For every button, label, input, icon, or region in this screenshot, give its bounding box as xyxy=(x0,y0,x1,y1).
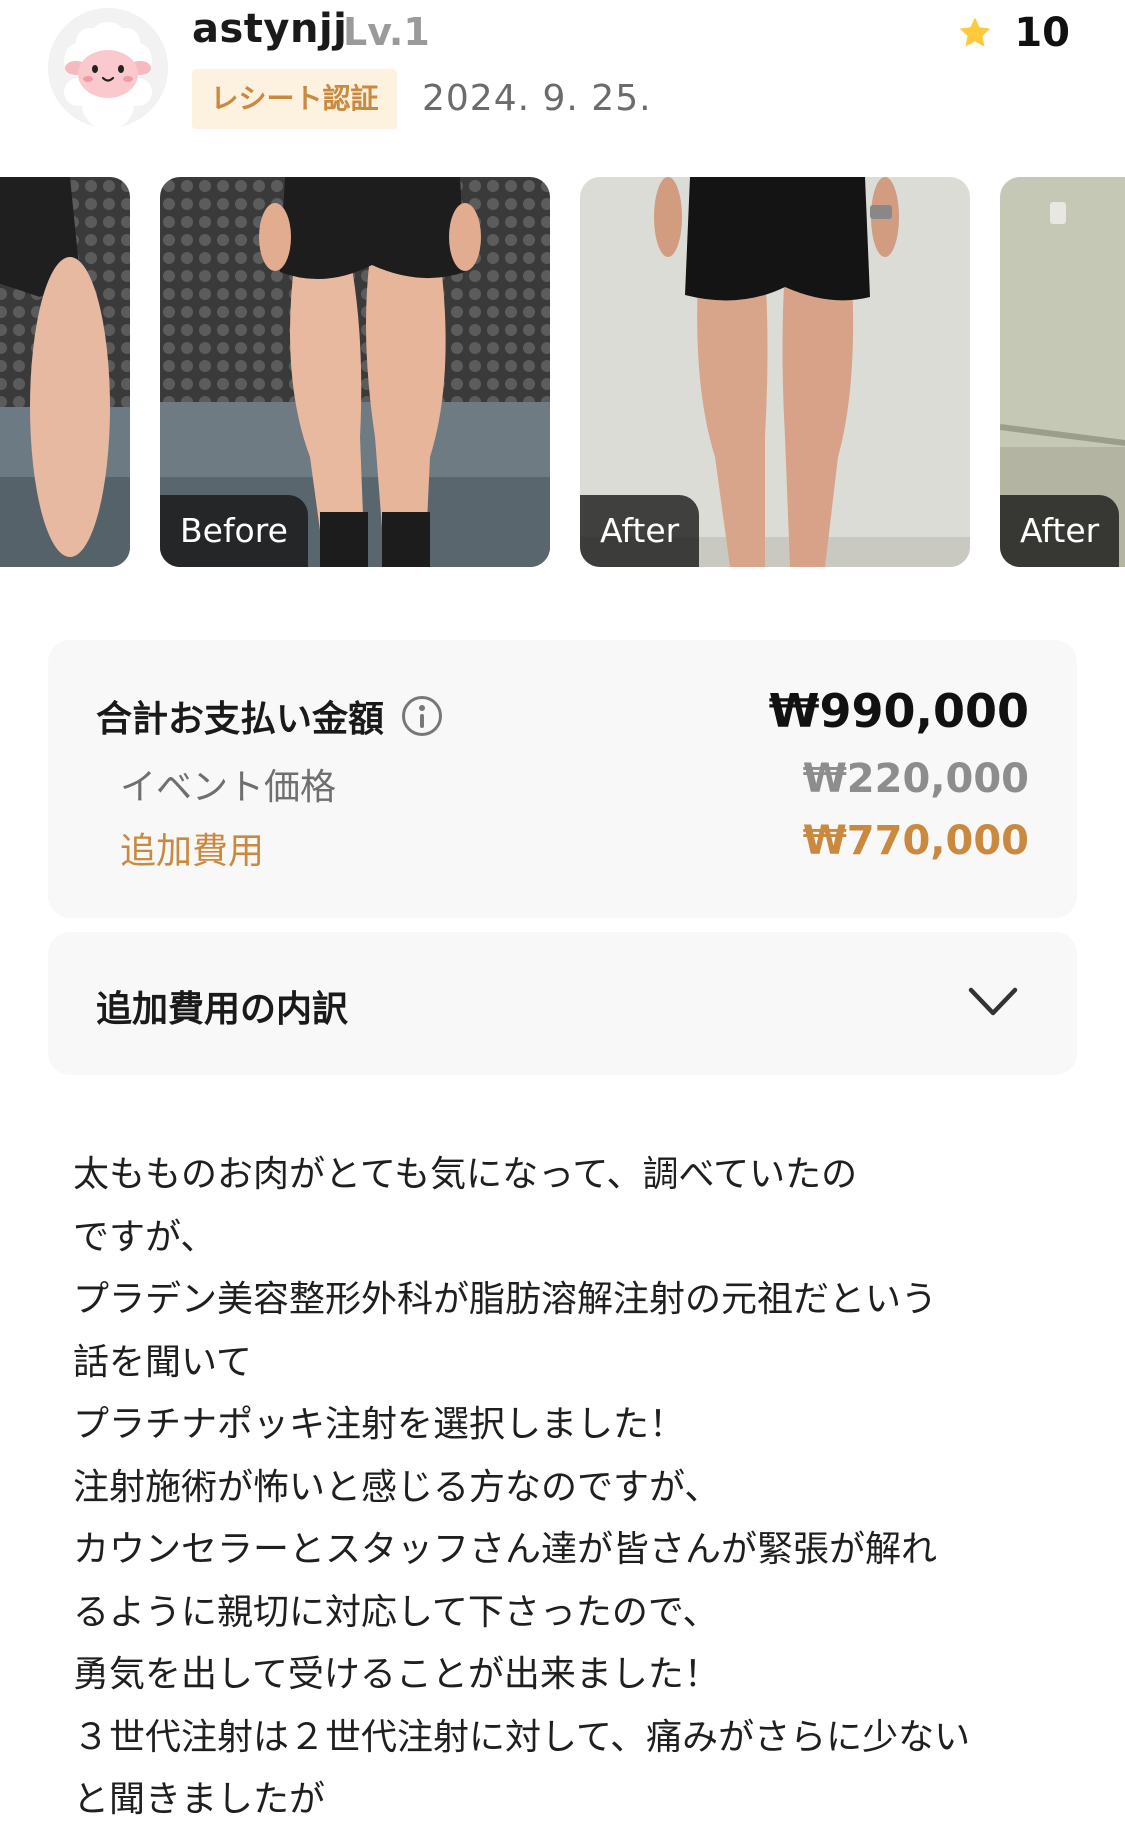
photo-label: Before xyxy=(160,495,308,567)
info-icon[interactable] xyxy=(402,696,443,736)
review-line: と聞きましたが xyxy=(73,1779,326,1820)
review-body: 太もものお肉がとても気になって、調べていたの ですが、 プラデン美容整形外科が脂… xyxy=(73,1144,1063,1832)
sheep-avatar-icon[interactable] xyxy=(48,8,168,128)
event-price-amount: ₩220,000 xyxy=(802,756,1029,802)
review-photo-after[interactable]: After xyxy=(580,177,970,567)
review-line: るように親切に対応して下さったので、 xyxy=(73,1591,719,1633)
extra-fee-breakdown-toggle[interactable]: 追加費用の内訳 xyxy=(48,932,1077,1075)
review-photo[interactable] xyxy=(0,177,130,567)
extra-fee-amount: ₩770,000 xyxy=(802,818,1029,864)
receipt-verified-badge: レシート認証 xyxy=(192,69,397,129)
extra-fee-label: 追加費用 xyxy=(120,831,265,872)
rating: 10 xyxy=(956,8,1070,58)
review-line: 勇気を出して受けることが出来ました！ xyxy=(73,1654,720,1695)
total-payment-amount: ₩990,000 xyxy=(768,684,1029,738)
user-level: Lv.1 xyxy=(343,10,430,54)
review-line: 太もものお肉がとても気になって、調べていたの xyxy=(73,1154,858,1195)
total-payment-label: 合計お支払い金額 xyxy=(96,699,385,740)
star-icon xyxy=(959,17,991,47)
review-header: astynjj Lv.1 レシート認証 2024. 9. 25. 10 xyxy=(0,0,1125,150)
review-line: カウンセラーとスタッフさん達が皆さんが緊張が解れ xyxy=(73,1529,938,1570)
username[interactable]: astynjj xyxy=(192,6,347,52)
review-line: 注射施術が怖いと感じる方なのですが、 xyxy=(73,1466,721,1508)
review-photo-before[interactable]: Before xyxy=(160,177,550,567)
total-payment: 合計お支払い金額 xyxy=(96,690,443,742)
breakdown-label: 追加費用の内訳 xyxy=(96,989,349,1030)
rating-score: 10 xyxy=(1014,10,1070,56)
photo-carousel[interactable]: Before After After xyxy=(0,177,1125,567)
post-date: 2024. 9. 25. xyxy=(422,78,652,119)
price-summary: 合計お支払い金額 ₩990,000 イベント価格 ₩220,000 追加費用 ₩… xyxy=(48,640,1077,918)
review-line: プラデン美容整形外科が脂肪溶解注射の元祖だという xyxy=(73,1279,938,1320)
chevron-down-icon xyxy=(968,987,1018,1016)
event-price-label: イベント価格 xyxy=(120,767,337,808)
review-line: プラチナポッキ注射を選択しました！ xyxy=(73,1404,686,1445)
photo-label: After xyxy=(580,495,700,567)
review-line: ３世代注射は２世代注射に対して、痛みがさらに少ない xyxy=(73,1716,971,1758)
review-line: 話を聞いて xyxy=(73,1341,252,1383)
review-line: ですが、 xyxy=(73,1216,217,1258)
review-photo-after[interactable]: After xyxy=(1000,177,1125,567)
photo-label: After xyxy=(1000,495,1120,567)
